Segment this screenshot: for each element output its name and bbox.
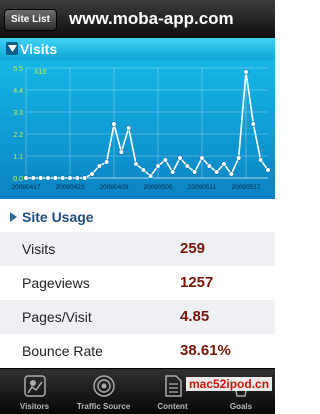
data-point [45,175,51,181]
stat-row-visits: Visits 259 [0,232,275,266]
visits-title: Visits [20,41,58,57]
watermark-text: mac52ipod.cn [186,377,273,391]
visits-series-line [26,71,269,179]
data-point [30,175,36,181]
page-title: www.moba-app.com [69,9,234,28]
multiplier-label: X10 [34,69,47,76]
data-point [67,175,73,181]
data-point [228,171,234,177]
data-point [170,169,176,175]
data-point [221,161,227,167]
data-point [38,175,44,181]
traffic-source-icon [92,375,115,397]
tab-bar: Visitors Traffic Source Content Goals [0,368,275,414]
data-point [258,157,264,163]
data-point [140,167,146,173]
stat-value: 1257 [180,274,214,291]
data-point [82,175,88,181]
data-point [199,155,205,161]
stat-label: Visits [22,241,56,257]
expand-arrow-icon [6,42,18,55]
y-tick-label: 3.3 [13,110,23,117]
data-point [236,155,242,161]
tab-label: Visitors [19,402,50,411]
x-tick-label: 20090505 [144,184,173,191]
x-tick-label: 20090517 [232,184,261,191]
visits-section-header[interactable]: Visits [0,38,275,60]
x-tick-label: 20090511 [188,184,217,191]
visitors-icon [23,375,46,397]
data-point [243,69,249,75]
site-usage-header[interactable]: Site Usage [0,205,275,229]
data-point [250,121,256,127]
data-point [23,175,29,181]
x-tick-label: 20090423 [56,184,85,191]
data-point [133,161,139,167]
data-point [148,173,154,179]
visits-chart-svg: 0.0 1.1 2.2 3.3 4.4 5.5 20090417 20090423 20090… [12,66,271,191]
data-point [155,163,161,169]
data-point [265,167,271,173]
data-point [52,175,58,181]
data-point [118,149,124,155]
stat-row-pageviews: Pageviews 1257 [0,266,275,300]
site-list-button[interactable]: Site List [4,9,57,31]
x-tick-label: 20090429 [100,184,129,191]
data-point [177,155,183,161]
site-usage-title: Site Usage [22,209,94,225]
tab-label: Content [157,402,188,411]
y-tick-label: 0.0 [13,176,23,183]
data-point [89,171,95,177]
data-point [60,175,66,181]
tab-content[interactable]: Content [138,369,207,414]
stat-label: Bounce Rate [22,343,103,359]
data-point [214,169,220,175]
stat-row-bounce-rate: Bounce Rate 38.61% [0,334,275,368]
tab-visitors[interactable]: Visitors [0,369,69,414]
x-tick-label: 20090417 [12,184,41,191]
data-point [126,125,132,131]
data-point [74,175,80,181]
content-icon [164,375,182,397]
data-point [104,159,110,165]
y-tick-label: 4.4 [13,88,23,95]
data-point [206,163,212,169]
stat-value: 38.61% [180,342,231,359]
data-point [192,169,198,175]
data-point [162,157,168,163]
data-point [111,121,117,127]
stat-label: Pages/Visit [22,309,92,325]
stat-row-pages-per-visit: Pages/Visit 4.85 [0,300,275,334]
data-point [96,163,102,169]
navigation-bar: Site List www.moba-app.com [0,0,275,39]
y-tick-label: 2.2 [13,132,23,139]
collapse-arrow-icon [10,212,17,222]
tab-label: Goals [229,402,253,411]
y-tick-label: 1.1 [13,154,23,161]
data-point [184,163,190,169]
tab-traffic-source[interactable]: Traffic Source [69,369,138,414]
stat-value: 259 [180,240,206,257]
stat-value: 4.85 [180,308,210,325]
visits-chart: 0.0 1.1 2.2 3.3 4.4 5.5 20090417 20090423 20090… [0,60,275,199]
tab-label: Traffic Source [76,402,131,411]
stat-label: Pageviews [22,275,90,291]
tab-goals[interactable]: Goals [207,369,275,414]
y-tick-label: 5.5 [13,66,23,73]
